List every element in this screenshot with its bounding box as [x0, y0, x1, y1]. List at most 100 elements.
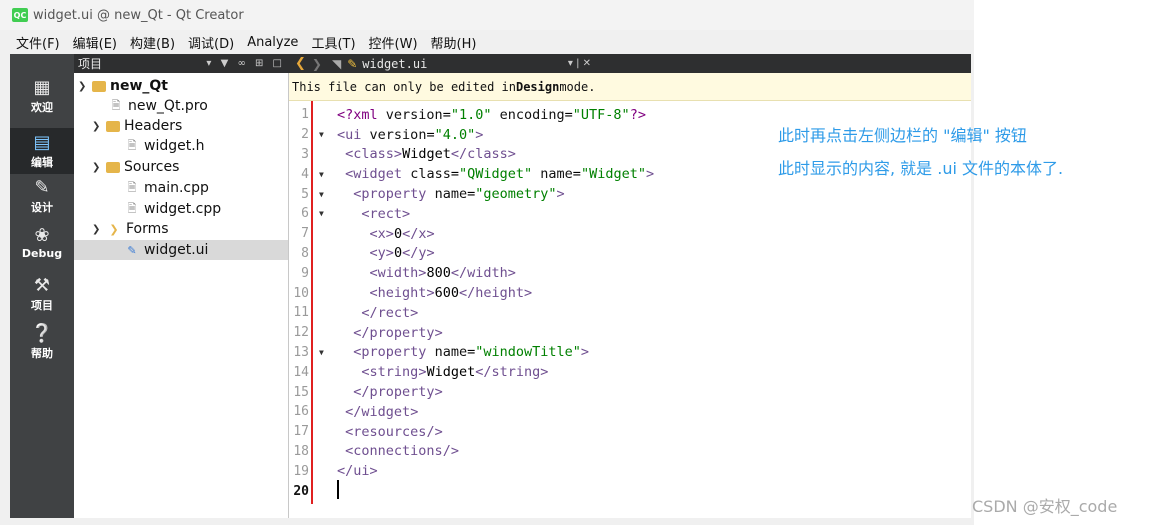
code-line[interactable]: 6 ▼ <rect> — [289, 204, 410, 224]
nav-back-icon[interactable]: ❮ — [295, 56, 306, 71]
tree-item-widget-cpp[interactable]: 🗎 widget.cpp — [124, 199, 222, 219]
code-text: <class>Widget</class> — [345, 146, 516, 163]
tree-item-main-cpp[interactable]: 🗎 main.cpp — [124, 178, 209, 198]
line-number: 12 — [293, 325, 309, 341]
info-bar: This file can only be edited in Design m… — [289, 73, 971, 101]
info-text-suffix: mode. — [559, 79, 596, 94]
code-line[interactable]: 9 <width>800</width> — [289, 263, 516, 283]
code-text: <property name="windowTitle"> — [353, 344, 590, 361]
menu-build[interactable]: 构建(B) — [130, 33, 175, 52]
close-document-icon[interactable]: ▾ | ✕ — [568, 58, 591, 69]
code-text: </property> — [353, 324, 443, 341]
pro-file-icon: 🗎 — [111, 98, 121, 112]
code-line[interactable]: 13 ▼ <property name="windowTitle"> — [289, 343, 589, 363]
line-number: 8 — [301, 245, 309, 261]
qt-creator-logo-icon: QC — [12, 8, 28, 22]
project-folder-icon — [92, 80, 106, 92]
code-line[interactable]: 19 </ui> — [289, 461, 377, 481]
tree-item-widget-ui[interactable]: ✎ widget.ui — [74, 240, 288, 260]
grid-icon: ▦ — [33, 77, 51, 98]
menu-controls[interactable]: 控件(W) — [369, 33, 418, 52]
fold-marker-icon[interactable]: ▼ — [319, 209, 329, 218]
line-number: 1 — [301, 107, 309, 123]
mode-debug[interactable]: ❀ Debug — [10, 225, 74, 261]
code-line[interactable]: 3 <class>Widget</class> — [289, 145, 516, 165]
code-line[interactable]: 7 <x>0</x> — [289, 224, 434, 244]
code-line[interactable]: 1 <?xml version="1.0" encoding="UTF-8"?> — [289, 105, 646, 125]
tree-item-project[interactable]: ❯ new_Qt — [78, 76, 168, 96]
code-line[interactable]: 14 <string>Widget</string> — [289, 362, 548, 382]
code-text: <width>800</width> — [369, 265, 516, 282]
code-line[interactable]: 12 </property> — [289, 323, 442, 343]
code-line[interactable]: 8 <y>0</y> — [289, 244, 434, 264]
menu-file[interactable]: 文件(F) — [16, 33, 60, 52]
project-tree: ❯ new_Qt 🗎 new_Qt.pro ❯ Headers 🗎 widget… — [74, 73, 289, 518]
menu-tools[interactable]: 工具(T) — [311, 33, 355, 52]
code-line[interactable]: 15 </property> — [289, 382, 442, 402]
mode-projects[interactable]: ⚒ 项目 — [10, 276, 74, 313]
chevron-down-icon[interactable]: ❯ — [92, 224, 106, 235]
menu-edit[interactable]: 编辑(E) — [73, 33, 117, 52]
code-text: <rect> — [361, 205, 411, 222]
wrench-icon: ⚒ — [33, 275, 51, 296]
fold-marker-icon[interactable]: ▼ — [319, 130, 329, 139]
line-number: 2 — [301, 127, 309, 143]
tree-item-pro-file[interactable]: 🗎 new_Qt.pro — [108, 96, 208, 116]
code-text: <connections/> — [345, 443, 459, 460]
project-panel-tools-icon[interactable]: ▾ ▼ ∞ ⊞ □ — [206, 58, 285, 69]
code-text: </property> — [353, 384, 443, 401]
menu-help[interactable]: 帮助(H) — [431, 33, 477, 52]
code-line[interactable]: 10 <height>600</height> — [289, 283, 532, 303]
tree-item-forms[interactable]: ❯ ❯ Forms — [92, 219, 169, 239]
ui-file-icon: ✎ — [347, 56, 358, 71]
chevron-down-icon[interactable]: ❯ — [78, 81, 92, 92]
code-line[interactable]: 16 </widget> — [289, 402, 418, 422]
menu-debug[interactable]: 调试(D) — [188, 33, 234, 52]
watermark: CSDN @安权_code — [972, 497, 1118, 516]
chevron-down-icon[interactable]: ❯ — [92, 162, 106, 173]
headers-folder-icon — [106, 120, 120, 132]
code-line[interactable]: 17 <resources/> — [289, 422, 442, 442]
line-number: 17 — [293, 424, 309, 440]
editor-toolbar: ❮ ❯ ◥ ✎ widget.ui ▾ | ✕ — [289, 54, 971, 73]
line-number: 9 — [301, 265, 309, 281]
qt-creator-window: QC widget.ui @ new_Qt - Qt Creator 文件(F)… — [0, 0, 974, 525]
code-line[interactable]: 5 ▼ <property name="geometry"> — [289, 184, 564, 204]
title-bar: QC widget.ui @ new_Qt - Qt Creator — [0, 0, 974, 30]
forms-folder-icon: ❯ — [109, 222, 119, 236]
tree-item-widget-h[interactable]: 🗎 widget.h — [124, 136, 205, 156]
mode-help[interactable]: ❔ 帮助 — [10, 324, 74, 361]
annotation-line-2: 此时显示的内容, 就是 .ui 文件的本体了. — [778, 159, 1064, 178]
line-number: 18 — [293, 443, 309, 459]
mode-edit[interactable]: ▤ 编辑 — [10, 128, 74, 174]
code-line[interactable]: 18 <connections/> — [289, 442, 459, 462]
line-number: 14 — [293, 364, 309, 380]
tree-item-sources[interactable]: ❯ Sources — [92, 157, 179, 177]
menu-analyze[interactable]: Analyze — [247, 35, 298, 50]
code-line[interactable]: 20 — [289, 481, 309, 501]
info-text-design: Design — [515, 79, 560, 94]
fold-marker-icon[interactable]: ▼ — [319, 190, 329, 199]
fold-marker-icon[interactable]: ▼ — [319, 170, 329, 179]
tree-item-headers[interactable]: ❯ Headers — [92, 116, 182, 136]
help-icon: ❔ — [30, 323, 54, 344]
open-file-name[interactable]: widget.ui — [362, 57, 427, 71]
code-line[interactable]: 4 ▼ <widget class="QWidget" name="Widget"… — [289, 164, 654, 184]
project-panel-title[interactable]: 项目 — [78, 55, 102, 72]
code-text: <height>600</height> — [369, 285, 533, 302]
code-line[interactable]: 11 </rect> — [289, 303, 418, 323]
chevron-down-icon[interactable]: ❯ — [92, 121, 106, 132]
line-number: 4 — [301, 166, 309, 182]
bug-icon: ❀ — [34, 225, 50, 246]
mode-design[interactable]: ✎ 设计 — [10, 178, 74, 215]
lock-icon: ◥ — [331, 56, 342, 71]
nav-forward-icon[interactable]: ❯ — [312, 57, 322, 71]
mode-welcome[interactable]: ▦ 欢迎 — [10, 78, 74, 115]
code-text: <ui version="4.0"> — [337, 126, 484, 143]
line-number: 20 — [293, 483, 309, 499]
code-line[interactable]: 2 ▼ <ui version="4.0"> — [289, 125, 483, 145]
fold-marker-icon[interactable]: ▼ — [319, 348, 329, 357]
window-title: widget.ui @ new_Qt - Qt Creator — [33, 7, 244, 23]
project-panel-header: 项目 ▾ ▼ ∞ ⊞ □ — [74, 54, 289, 73]
cpp-file-icon: 🗎 — [127, 180, 137, 194]
